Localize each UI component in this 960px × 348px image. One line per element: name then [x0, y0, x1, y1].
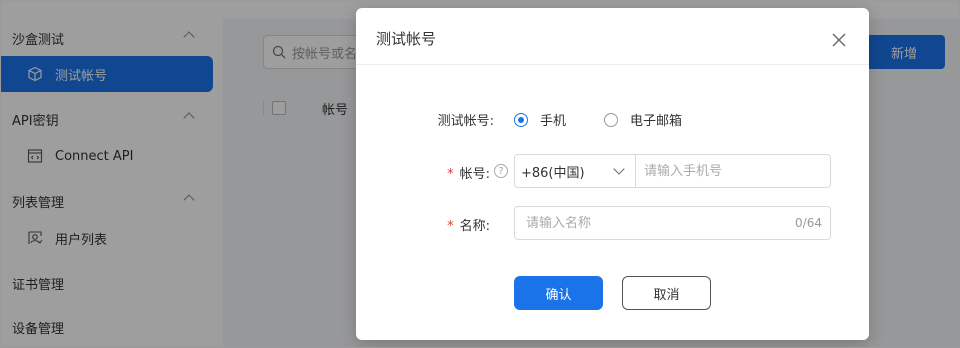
radio-phone[interactable]: 手机 [514, 110, 566, 129]
account-label-text: 帐号: [459, 167, 490, 182]
radio-email[interactable]: 电子邮箱 [604, 110, 682, 129]
close-icon[interactable] [831, 32, 847, 48]
account-label: * 帐号: [414, 163, 490, 182]
name-field: 0/64 [514, 206, 831, 240]
phone-field-group: +86(中国) [514, 154, 831, 188]
radio-label: 电子邮箱 [630, 114, 683, 129]
country-code-select[interactable]: +86(中国) [515, 155, 636, 187]
cancel-button[interactable]: 取消 [622, 276, 711, 310]
required-mark: * [447, 219, 454, 234]
app-window: 沙盒测试 测试帐号 API密钥 Connect API 列表管理 用户列表 证书… [0, 0, 960, 348]
account-type-label: 测试帐号: [437, 114, 494, 129]
header-divider [356, 64, 869, 65]
radio-button-selected [514, 112, 528, 127]
name-input[interactable] [526, 215, 796, 231]
chevron-down-icon [613, 163, 625, 175]
help-icon[interactable]: ? [494, 164, 508, 178]
dialog-title: 测试帐号 [376, 30, 437, 48]
country-code-value: +86(中国) [521, 165, 585, 181]
name-label-text: 名称: [459, 219, 490, 234]
radio-button [604, 112, 618, 127]
radio-label: 手机 [540, 114, 567, 129]
required-mark: * [447, 167, 454, 182]
test-account-dialog: 测试帐号 测试帐号: 手机 电子邮箱 * 帐号: ? +86(中国) * 名称: [356, 8, 869, 340]
char-counter: 0/64 [795, 216, 822, 230]
phone-input[interactable] [636, 155, 830, 187]
confirm-button[interactable]: 确认 [514, 276, 603, 310]
name-label: * 名称: [414, 215, 490, 234]
